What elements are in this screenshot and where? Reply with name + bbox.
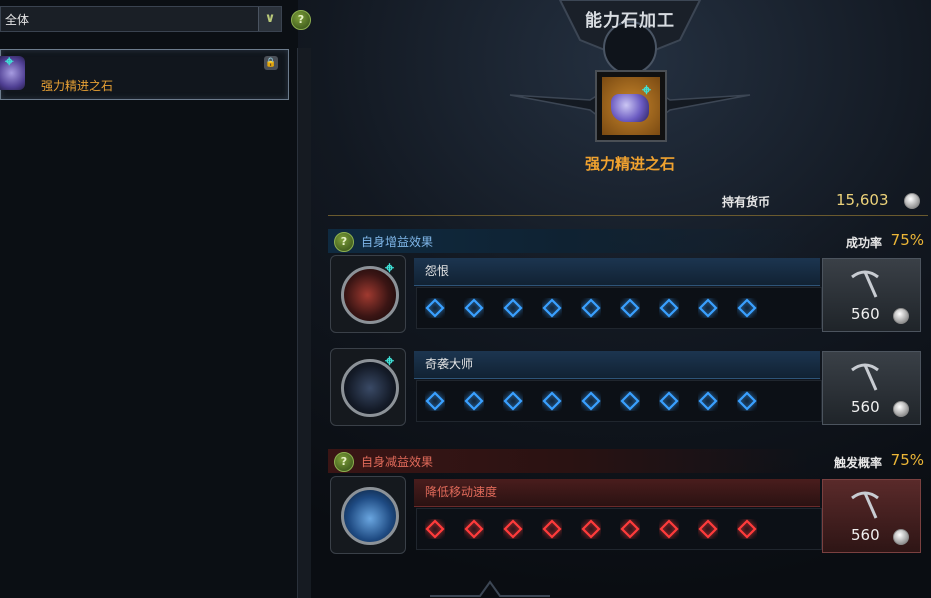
slot-track xyxy=(416,380,822,422)
facet-button[interactable]: 560 xyxy=(822,351,921,425)
facet-slot-diamond xyxy=(659,519,679,539)
facet-slot-diamond xyxy=(425,298,445,318)
engraving-icon-frame xyxy=(330,476,406,554)
scrollbar[interactable] xyxy=(297,48,311,598)
item-list-panel: 全体 ∨ ? ⌖ 强力精进之石 🔒 xyxy=(0,0,311,598)
facet-slot-diamond xyxy=(503,298,523,318)
facet-slot-diamond xyxy=(425,519,445,539)
engraving-name: 怨恨 xyxy=(425,264,450,278)
engraving-name-bar xyxy=(414,351,820,379)
stone-name: 强力精进之石 xyxy=(584,155,675,173)
facet-slot-diamond xyxy=(737,298,757,318)
cost-value: 560 xyxy=(851,526,880,544)
help-icon[interactable]: ? xyxy=(291,10,311,30)
pickaxe-icon xyxy=(851,363,879,391)
currency-label: 持有货币 xyxy=(722,195,771,209)
help-icon[interactable]: ? xyxy=(334,452,354,472)
facet-slot-diamond xyxy=(464,519,484,539)
pickaxe-icon xyxy=(851,270,879,298)
facet-slot-diamond xyxy=(737,391,757,411)
facet-slot-diamond xyxy=(581,519,601,539)
facet-slot-diamond xyxy=(464,298,484,318)
engraving-row: ⌖ 怨恨 560 xyxy=(328,255,928,335)
crosshair-icon: ⌖ xyxy=(5,52,14,70)
facet-slot-diamond xyxy=(698,298,718,318)
buff-section-label: 自身增益效果 xyxy=(361,235,434,249)
cost-value: 560 xyxy=(851,398,880,416)
success-rate-label: 成功率 xyxy=(845,236,882,250)
facet-slot-diamond xyxy=(542,298,562,318)
facet-slot-diamond xyxy=(737,519,757,539)
currency-row: 持有货币 15,603 xyxy=(328,187,928,216)
trigger-rate-value: 75% xyxy=(890,451,924,469)
facet-slot-diamond xyxy=(620,391,640,411)
stone-slot: ⌖ xyxy=(595,70,667,142)
filter-value: 全体 xyxy=(5,13,30,27)
help-icon[interactable]: ? xyxy=(334,232,354,252)
facet-slot-diamond xyxy=(542,519,562,539)
debuff-section-header: ? 自身减益效果 触发概率 75% xyxy=(328,449,928,473)
silver-coin-icon xyxy=(893,529,909,545)
facet-slot-diamond xyxy=(581,298,601,318)
facet-slot-diamond xyxy=(620,519,640,539)
engraving-row: 降低移动速度 560 xyxy=(328,476,928,556)
engraving-name: 降低移动速度 xyxy=(425,485,498,499)
trigger-rate-label: 触发概率 xyxy=(833,456,882,470)
engraving-icon-frame xyxy=(330,348,406,426)
facet-slot-diamond xyxy=(698,391,718,411)
engraving-name: 奇袭大师 xyxy=(425,357,474,371)
engraving-row: ⌖ 奇袭大师 560 xyxy=(328,348,928,428)
slot-track xyxy=(416,508,822,550)
facet-slot-diamond xyxy=(620,298,640,318)
facet-slot-diamond xyxy=(425,391,445,411)
silver-coin-icon xyxy=(904,193,920,209)
facet-slot-diamond xyxy=(503,391,523,411)
buff-section-header: ? 自身增益效果 成功率 75% xyxy=(328,229,928,253)
success-rate-value: 75% xyxy=(890,231,924,249)
ornament-divider xyxy=(430,580,550,597)
list-item[interactable]: ⌖ 强力精进之石 🔒 xyxy=(0,49,289,100)
facet-slot-diamond xyxy=(581,391,601,411)
lock-icon[interactable]: 🔒 xyxy=(264,56,278,70)
crosshair-icon: ⌖ xyxy=(385,258,395,277)
crosshair-icon: ⌖ xyxy=(385,351,395,370)
facet-slot-diamond xyxy=(659,391,679,411)
list-item-name: 强力精进之石 xyxy=(41,79,114,93)
currency-value: 15,603 xyxy=(836,191,889,209)
facet-button[interactable]: 560 xyxy=(822,258,921,332)
cost-value: 560 xyxy=(851,305,880,323)
crosshair-icon: ⌖ xyxy=(642,80,652,99)
engraving-icon-frame xyxy=(330,255,406,333)
debuff-section-label: 自身减益效果 xyxy=(361,455,434,469)
facet-slot-diamond xyxy=(659,298,679,318)
facet-button[interactable]: 560 xyxy=(822,479,921,553)
panel-title: 能力石加工 xyxy=(585,11,675,31)
slow-movement-icon xyxy=(341,487,399,545)
silver-coin-icon xyxy=(893,308,909,324)
facet-slot-diamond xyxy=(464,391,484,411)
facet-slot-diamond xyxy=(542,391,562,411)
ability-stone-screen: 全体 ∨ ? ⌖ 强力精进之石 🔒 能力石加工 ⌖ 强力精进之石 持有货币 15… xyxy=(0,0,931,598)
filter-dropdown[interactable]: 全体 ∨ xyxy=(0,6,282,32)
engraving-name-bar xyxy=(414,258,820,286)
facet-slot-diamond xyxy=(503,519,523,539)
pickaxe-icon xyxy=(851,491,879,519)
facet-slot-diamond xyxy=(698,519,718,539)
silver-coin-icon xyxy=(893,401,909,417)
chevron-down-icon[interactable]: ∨ xyxy=(258,7,281,31)
slot-track xyxy=(416,287,822,329)
